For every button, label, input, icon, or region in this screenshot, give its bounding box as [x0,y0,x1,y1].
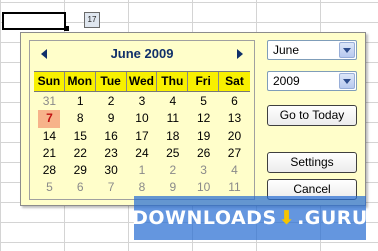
calendar-day[interactable]: 7 [96,179,127,196]
calendar-day[interactable]: 1 [127,162,158,179]
calendar-day[interactable]: 18 [157,128,188,145]
calendar-day[interactable]: 9 [157,179,188,196]
calendar-week-row: 31 1 2 3 4 5 6 [34,93,250,110]
calendar-day[interactable]: 9 [96,110,127,127]
calendar-day[interactable]: 3 [188,162,219,179]
calendar-day[interactable]: 11 [157,110,188,127]
month-title: June 2009 [110,46,174,61]
year-select[interactable]: 2009 [267,71,357,91]
calendar-day[interactable]: 29 [65,162,96,179]
calendar-day[interactable]: 6 [65,179,96,196]
calendar-week-row: 7 8 9 10 11 12 13 [34,110,250,128]
month-select-value: June [273,43,300,57]
arrow-right-icon [237,49,243,59]
weekday-label: Sat [225,74,244,88]
calendar-day[interactable]: 25 [157,145,188,162]
calendar-day[interactable]: 2 [96,93,127,110]
calendar-day[interactable]: 19 [188,128,219,145]
calendar-day[interactable]: 11 [219,179,250,196]
calendar-day[interactable]: 8 [127,179,158,196]
calendar-week-row: 21 22 23 24 25 26 27 [34,145,250,162]
calendar-day[interactable]: 31 [34,93,65,110]
weekday-label: Thu [157,72,189,91]
calendar-day[interactable]: 28 [34,162,65,179]
go-to-today-button[interactable]: Go to Today [267,105,357,126]
calendar-day[interactable]: 27 [219,145,250,162]
weekday-label: Sun [34,72,65,91]
chevron-down-icon [343,79,351,84]
weekday-label: Mon [65,72,96,91]
year-select-value: 2009 [273,74,300,88]
calendar-day-today[interactable]: 7 [38,110,61,128]
calendar-day[interactable]: 20 [219,128,250,145]
selected-cell[interactable] [2,12,66,30]
calendar-day[interactable]: 17 [127,128,158,145]
fill-handle[interactable] [64,26,69,31]
calendar-day[interactable]: 8 [65,110,96,127]
calendar-day[interactable]: 12 [188,110,219,127]
calendar-day[interactable]: 5 [34,179,65,196]
download-arrow-icon: ⬇ [278,207,296,229]
calendar-day[interactable]: 2 [157,162,188,179]
calendar-day[interactable]: 5 [188,93,219,110]
calendar-day[interactable]: 15 [65,128,96,145]
calendar-day[interactable]: 1 [65,93,96,110]
calendar-week-row: 5 6 7 8 9 10 11 [34,179,250,196]
arrow-left-icon [41,49,47,59]
settings-button[interactable]: Settings [267,152,357,173]
weekday-label: Wed [127,72,158,91]
calendar-day[interactable]: 3 [127,93,158,110]
previous-month-button[interactable] [38,47,52,61]
weekday-label: Tue [96,72,127,91]
calendar-header: June 2009 [30,41,254,67]
calendar-day[interactable]: 24 [127,145,158,162]
calendar-day[interactable]: 23 [96,145,127,162]
date-picker-popup: June 2009 Sun Mon Tue Wed Thu Fri Sat 31… [20,32,366,206]
calendar-day[interactable]: 10 [127,110,158,127]
day-grid: 31 1 2 3 4 5 6 7 8 9 10 11 12 13 14 15 16 17 18 19 20 21 22 23 2… [34,93,250,197]
calendar-day[interactable]: 4 [157,93,188,110]
calendar-day[interactable]: 10 [188,179,219,196]
weekday-label: Fri [188,72,220,91]
calendar-day[interactable]: 6 [219,93,250,110]
watermark-text-right: .GURU [297,207,368,229]
calendar-day[interactable]: 21 [34,145,65,162]
calendar-launch-icon[interactable]: 17 [84,12,100,28]
weekday-header: Sun Mon Tue Wed Thu Fri Sat [34,71,250,92]
calendar-day[interactable]: 16 [96,128,127,145]
watermark-text-left: DOWNLOADS [132,207,277,229]
month-select[interactable]: June [267,40,357,60]
calendar-day[interactable]: 30 [96,162,127,179]
year-dropdown-button[interactable] [339,73,355,89]
calendar-week-row: 14 15 16 17 18 19 20 [34,128,250,145]
calendar-panel: June 2009 Sun Mon Tue Wed Thu Fri Sat 31… [29,40,255,200]
calendar-day[interactable]: 22 [65,145,96,162]
calendar-day[interactable]: 26 [188,145,219,162]
month-dropdown-button[interactable] [339,42,355,58]
calendar-week-row: 28 29 30 1 2 3 4 [34,162,250,179]
next-month-button[interactable] [232,47,246,61]
calendar-day[interactable]: 4 [219,162,250,179]
calendar-day[interactable]: 14 [34,128,65,145]
calendar-day[interactable]: 13 [219,110,250,127]
today-cell: 7 [34,110,65,128]
watermark: DOWNLOADS ⬇ .GURU [132,196,368,240]
chevron-down-icon [343,48,351,53]
